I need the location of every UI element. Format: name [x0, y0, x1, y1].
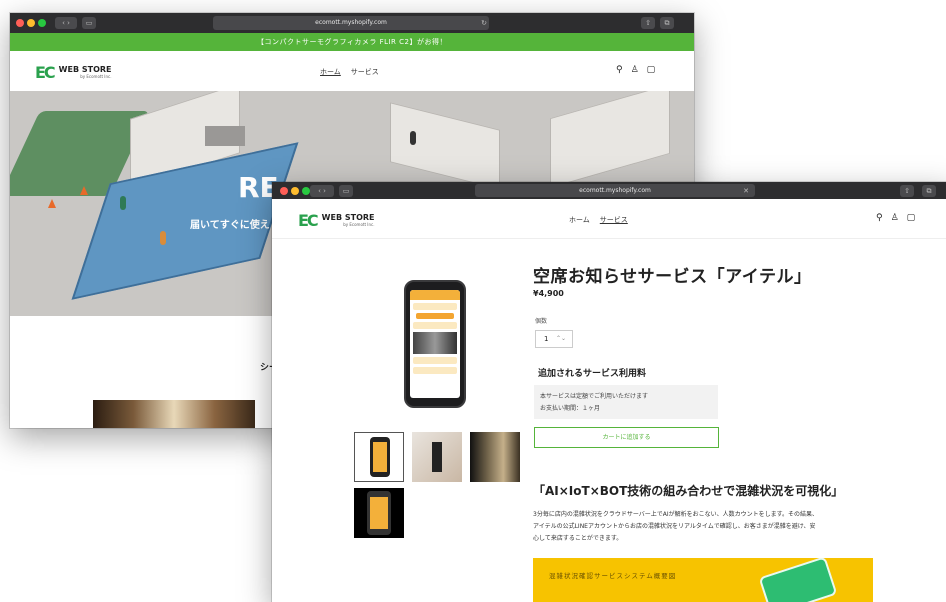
address-text: ecomott.myshopify.com: [315, 19, 387, 26]
quantity-stepper[interactable]: 1 ⌃⌄: [535, 330, 573, 348]
tabs-icon[interactable]: ⧉: [922, 185, 936, 197]
logo-subtitle: by Ecomott Inc.: [80, 74, 112, 79]
feature-heading: 「AI×IoT×BOT技術の組み合わせで混雑状況を可視化」: [533, 484, 844, 498]
back-titlebar: ‹ › ▭ ecomott.myshopify.com ↻ ⇧ ⧉: [10, 13, 694, 33]
share-icon[interactable]: ⇧: [900, 185, 914, 197]
banner-phone-image: [758, 558, 838, 602]
main-nav: ホーム サービス: [564, 215, 633, 225]
thumbnail-app[interactable]: [354, 432, 404, 482]
back-forward-icon[interactable]: ‹ ›: [310, 185, 334, 197]
addon-line: 本サービスは定額でご利用いただけます: [540, 393, 649, 400]
search-icon[interactable]: ⚲: [876, 213, 883, 223]
description-line: アイテルの公式LINEアカウントからお店の混雑状況をリアルタイムで確認し、お客さ…: [533, 523, 816, 530]
main-nav: ホーム サービス: [315, 67, 384, 77]
search-icon[interactable]: ⚲: [616, 65, 623, 75]
feature-description: 3分毎に店内の混雑状況をクラウドサーバー上でAIが解析をおこない、人数カウントを…: [533, 509, 818, 545]
banner-title: 混雑状況確認サービスシステム概要図: [549, 572, 677, 580]
add-to-cart-button[interactable]: カートに追加する: [534, 427, 719, 448]
cart-icon[interactable]: ▢: [647, 65, 656, 75]
office-wall: [390, 102, 500, 190]
share-icon[interactable]: ⇧: [641, 17, 655, 29]
description-line: 心して来店することができます。: [533, 535, 623, 542]
addon-heading: 追加されるサービス利用料: [538, 369, 647, 379]
address-bar[interactable]: ecomott.myshopify.com: [213, 16, 489, 30]
store-header: EC WEB STORE by Ecomott Inc. ホーム サービス ⚲ ♙ ▢: [272, 199, 946, 239]
thumbnail-camera[interactable]: [412, 432, 462, 482]
featured-photo[interactable]: [93, 400, 255, 428]
sidebar-icon[interactable]: ▭: [339, 185, 353, 197]
nav-home[interactable]: ホーム: [569, 216, 590, 224]
nav-services[interactable]: サービス: [600, 216, 628, 224]
close-window-button[interactable]: [280, 187, 288, 195]
minimize-window-button[interactable]: [27, 19, 35, 27]
account-icon[interactable]: ♙: [631, 65, 639, 75]
logo-title: WEB STORE: [321, 213, 375, 222]
person-figure: [160, 231, 166, 245]
quantity-value: 1: [544, 335, 549, 343]
store-logo[interactable]: EC WEB STORE by Ecomott Inc.: [298, 211, 375, 230]
traffic-cone: [48, 199, 56, 208]
maximize-window-button[interactable]: [38, 19, 46, 27]
header-icons: ⚲ ♙ ▢: [868, 213, 915, 223]
person-figure: [120, 196, 126, 210]
store-header: EC WEB STORE by Ecomott Inc. ホーム サービス ⚲ ♙ ▢: [10, 51, 694, 91]
phone-screen: [410, 290, 460, 398]
addon-line: お支払い期間：１ヶ月: [540, 405, 601, 412]
description-line: 3分毎に店内の混雑状況をクラウドサーバー上でAIが解析をおこない、人数カウントを…: [533, 511, 819, 518]
sidebar-icon[interactable]: ▭: [82, 17, 96, 29]
maximize-window-button[interactable]: [302, 187, 310, 195]
logo-title: WEB STORE: [58, 65, 112, 74]
traffic-cone: [80, 186, 88, 195]
back-forward-icon[interactable]: ‹ ›: [55, 17, 77, 29]
product-price: ¥4,900: [533, 289, 564, 298]
quantity-label: 個数: [535, 318, 548, 325]
product-title: 空席お知らせサービス「アイテル」: [533, 267, 812, 287]
address-bar[interactable]: ecomott.myshopify.com: [475, 184, 755, 197]
announcement-bar[interactable]: 【コンパクトサーモグラフィカメラ FLIR C2】がお得！: [10, 33, 694, 51]
hero-subheading: 届いてすぐに使え: [190, 220, 270, 231]
thumbnail-phone-dark[interactable]: [354, 488, 404, 538]
nav-home[interactable]: ホーム: [320, 68, 341, 76]
logo-subtitle: by Ecomott Inc.: [343, 222, 375, 227]
overview-banner[interactable]: 混雑状況確認サービスシステム概要図: [533, 558, 873, 602]
header-icons: ⚲ ♙ ▢: [608, 65, 655, 75]
store-logo[interactable]: EC WEB STORE by Ecomott Inc.: [35, 63, 112, 82]
tabs-icon[interactable]: ⧉: [660, 17, 674, 29]
kitchen-wall: [550, 91, 670, 189]
address-text: ecomott.myshopify.com: [579, 187, 651, 194]
minimize-window-button[interactable]: [291, 187, 299, 195]
close-tab-icon[interactable]: ✕: [742, 185, 750, 197]
thumbnail-restaurant[interactable]: [470, 432, 520, 482]
front-browser-window: ‹ › ▭ ecomott.myshopify.com ✕ ⇧ ⧉ EC WEB…: [272, 182, 946, 602]
front-titlebar: ‹ › ▭ ecomott.myshopify.com ✕ ⇧ ⧉: [272, 182, 946, 199]
counter: [205, 126, 245, 146]
logo-mark: EC: [35, 63, 56, 82]
product-main-image[interactable]: [404, 280, 466, 408]
reload-icon[interactable]: ↻: [480, 17, 488, 29]
person-figure: [410, 131, 416, 145]
account-icon[interactable]: ♙: [891, 213, 899, 223]
stepper-arrows-icon[interactable]: ⌃⌄: [556, 331, 566, 347]
logo-mark: EC: [298, 211, 319, 230]
addon-info-box: 本サービスは定額でご利用いただけます お支払い期間：１ヶ月: [534, 385, 718, 419]
nav-services[interactable]: サービス: [351, 68, 379, 76]
close-window-button[interactable]: [16, 19, 24, 27]
cart-icon[interactable]: ▢: [907, 213, 916, 223]
